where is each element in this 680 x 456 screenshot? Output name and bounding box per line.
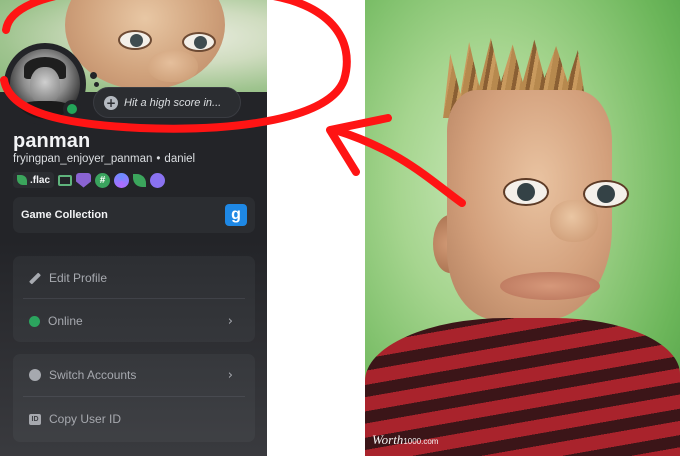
watermark: Worth1000.com [372, 432, 438, 448]
clan-tag[interactable]: .flac [13, 172, 55, 188]
online-status-dot [63, 100, 81, 118]
monitor-icon[interactable] [58, 174, 73, 186]
game-collection-label: Game Collection [21, 209, 108, 221]
watermark-brand: Worth [372, 432, 404, 447]
game-collection-card[interactable]: Game Collection g [13, 197, 255, 233]
edit-profile-item[interactable]: Edit Profile [23, 258, 245, 298]
banner-eye-right [182, 32, 216, 52]
hash-icon[interactable]: # [95, 172, 111, 188]
edit-profile-label: Edit Profile [49, 271, 108, 285]
id-icon: ID [29, 413, 41, 425]
chevron-right-icon: › [227, 367, 233, 383]
leaf-badge-icon[interactable] [133, 173, 147, 187]
game-g-icon: g [225, 204, 247, 226]
display-name: panman [13, 130, 91, 152]
switch-accounts-label: Switch Accounts [49, 368, 137, 382]
photo-eye-left [503, 178, 549, 206]
banner-eye-left [118, 30, 152, 50]
pencil-icon [28, 271, 42, 285]
online-dot-icon [29, 315, 40, 327]
photo-nose [550, 200, 598, 242]
thought-bubble-dot [90, 72, 97, 79]
add-status-icon: + [104, 95, 118, 110]
online-status-item[interactable]: Online › [23, 301, 245, 341]
profile-popout: + Hit a high score in... panman fryingpa… [0, 0, 267, 456]
separator: • [156, 153, 161, 165]
gear-icon[interactable] [114, 172, 130, 188]
menu-divider [23, 396, 245, 397]
leaf-icon [17, 175, 27, 185]
thought-bubble-dot-small [94, 82, 99, 87]
nitro-icon[interactable] [150, 172, 166, 188]
chevron-right-icon: › [227, 313, 233, 329]
copy-user-id-label: Copy User ID [49, 412, 122, 426]
switch-accounts-item[interactable]: Switch Accounts › [23, 355, 245, 395]
bart-caricature-photo [365, 0, 680, 456]
shield-icon[interactable] [76, 172, 92, 188]
username-line: fryingpan_enjoyer_panman • daniel [13, 153, 195, 165]
custom-status-placeholder: Hit a high score in... [124, 96, 222, 109]
username[interactable]: fryingpan_enjoyer_panman [13, 153, 152, 165]
avatar-face [30, 67, 60, 105]
user-icon [29, 369, 41, 381]
pronouns: daniel [164, 153, 196, 165]
badge-row: .flac # [13, 172, 166, 188]
clan-tag-label: .flac [30, 174, 51, 186]
banner-nose [148, 50, 198, 82]
online-label: Online [48, 314, 83, 328]
copy-user-id-item[interactable]: ID Copy User ID [23, 399, 245, 439]
watermark-suffix: 1000.com [403, 437, 439, 446]
menu-group-account: Switch Accounts › ID Copy User ID [13, 354, 255, 442]
menu-divider [23, 298, 245, 299]
screenshot-stage: + Hit a high score in... panman fryingpa… [0, 0, 680, 456]
menu-group-profile: Edit Profile Online › [13, 256, 255, 342]
photo-lip [500, 272, 600, 300]
custom-status-bubble[interactable]: + Hit a high score in... [93, 87, 241, 118]
